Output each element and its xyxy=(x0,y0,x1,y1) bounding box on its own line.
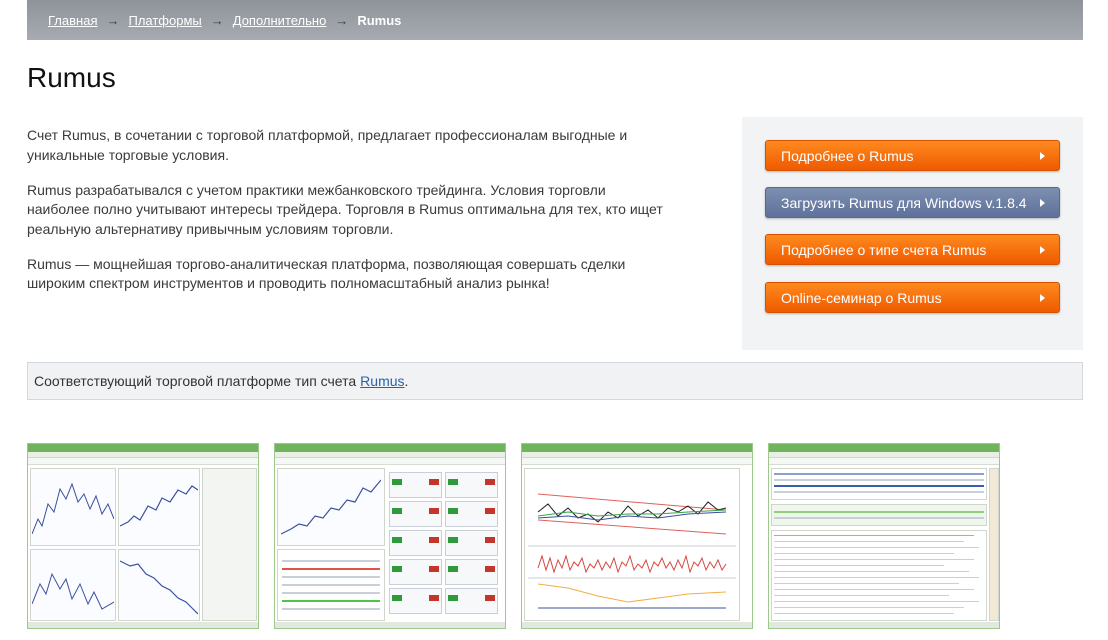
quote-tile xyxy=(389,559,442,585)
note-suffix: . xyxy=(404,373,409,389)
window-statusbar xyxy=(522,622,752,628)
window-titlebar xyxy=(769,444,999,452)
online-seminar-button[interactable]: Online-семинар о Rumus xyxy=(765,282,1060,313)
price-chart-graphic xyxy=(32,482,114,535)
button-label: Подробнее о Rumus xyxy=(781,147,914,164)
intro-paragraph-3: Rumus — мощнейшая торгово-аналитическая … xyxy=(27,255,626,292)
triangle-right-icon xyxy=(1040,199,1045,207)
quote-tile xyxy=(445,530,498,556)
price-chart-graphic xyxy=(120,560,198,615)
positions-table xyxy=(277,549,385,621)
technical-analysis-graphic xyxy=(528,493,736,609)
quote-tile xyxy=(445,559,498,585)
window-toolbar xyxy=(28,458,258,465)
download-rumus-windows-button[interactable]: Загрузить Rumus для Windows v.1.8.4 xyxy=(765,187,1060,218)
intro-paragraph-1: Счет Rumus, в сочетании с торговой платф… xyxy=(27,127,628,163)
button-label: Подробнее о типе счета Rumus xyxy=(781,241,987,258)
window-titlebar xyxy=(28,444,258,452)
breadcrumb-arrow-icon: → xyxy=(210,12,224,28)
breadcrumb-current: Rumus xyxy=(357,12,402,28)
account-type-note: Соответствующий торговой платформе тип с… xyxy=(27,362,1083,400)
quote-tile xyxy=(445,501,498,527)
journal-log xyxy=(771,530,987,621)
triangle-right-icon xyxy=(1040,152,1045,160)
window-statusbar xyxy=(769,622,999,628)
order-panel xyxy=(202,468,257,621)
window-titlebar xyxy=(275,444,505,452)
window-toolbar xyxy=(522,458,752,465)
price-chart-graphic xyxy=(32,572,114,610)
screenshot-thumbnail-quotes[interactable] xyxy=(274,443,506,629)
quote-tile xyxy=(389,472,442,498)
window-titlebar xyxy=(522,444,752,452)
window-toolbar xyxy=(275,458,505,465)
price-chart-graphic xyxy=(120,485,198,527)
orders-table xyxy=(771,504,987,526)
quote-tile xyxy=(445,588,498,614)
screenshot-thumbnail-charts[interactable] xyxy=(27,443,259,629)
quote-tile xyxy=(389,501,442,527)
rumus-account-link[interactable]: Rumus xyxy=(360,373,404,389)
window-statusbar xyxy=(28,622,258,628)
breadcrumb-arrow-icon: → xyxy=(106,12,120,28)
triangle-right-icon xyxy=(1040,246,1045,254)
accounts-table xyxy=(771,468,987,500)
breadcrumb-home[interactable]: Главная xyxy=(48,13,97,28)
breadcrumb-arrow-icon: → xyxy=(335,12,349,28)
quote-tile xyxy=(389,530,442,556)
button-label: Online-семинар о Rumus xyxy=(781,289,942,306)
quote-tile xyxy=(389,588,442,614)
intro-text: Счет Rumus, в сочетании с торговой платф… xyxy=(27,126,667,309)
triangle-right-icon xyxy=(1040,294,1045,302)
side-panel: Подробнее о Rumus Загрузить Rumus для Wi… xyxy=(742,117,1083,350)
screenshot-thumbnail-journal[interactable] xyxy=(768,443,1000,629)
breadcrumb-additional[interactable]: Дополнительно xyxy=(233,13,327,28)
button-label: Загрузить Rumus для Windows v.1.8.4 xyxy=(781,194,1027,211)
page-title: Rumus xyxy=(27,62,116,93)
breadcrumb: Главная → Платформы → Дополнительно → Ru… xyxy=(27,0,1083,40)
intro-paragraph-2: Rumus разрабатывался с учетом практики м… xyxy=(27,181,663,237)
more-about-rumus-button[interactable]: Подробнее о Rumus xyxy=(765,140,1060,171)
price-chart-graphic xyxy=(281,479,381,535)
window-statusbar xyxy=(275,622,505,628)
side-tabs xyxy=(989,468,999,621)
account-type-button[interactable]: Подробнее о типе счета Rumus xyxy=(765,234,1060,265)
note-text: Соответствующий торговой платформе тип с… xyxy=(34,373,357,389)
breadcrumb-platforms[interactable]: Платформы xyxy=(128,13,201,28)
quote-tile xyxy=(445,472,498,498)
window-toolbar xyxy=(769,458,999,465)
screenshot-thumbnail-analysis[interactable] xyxy=(521,443,753,629)
